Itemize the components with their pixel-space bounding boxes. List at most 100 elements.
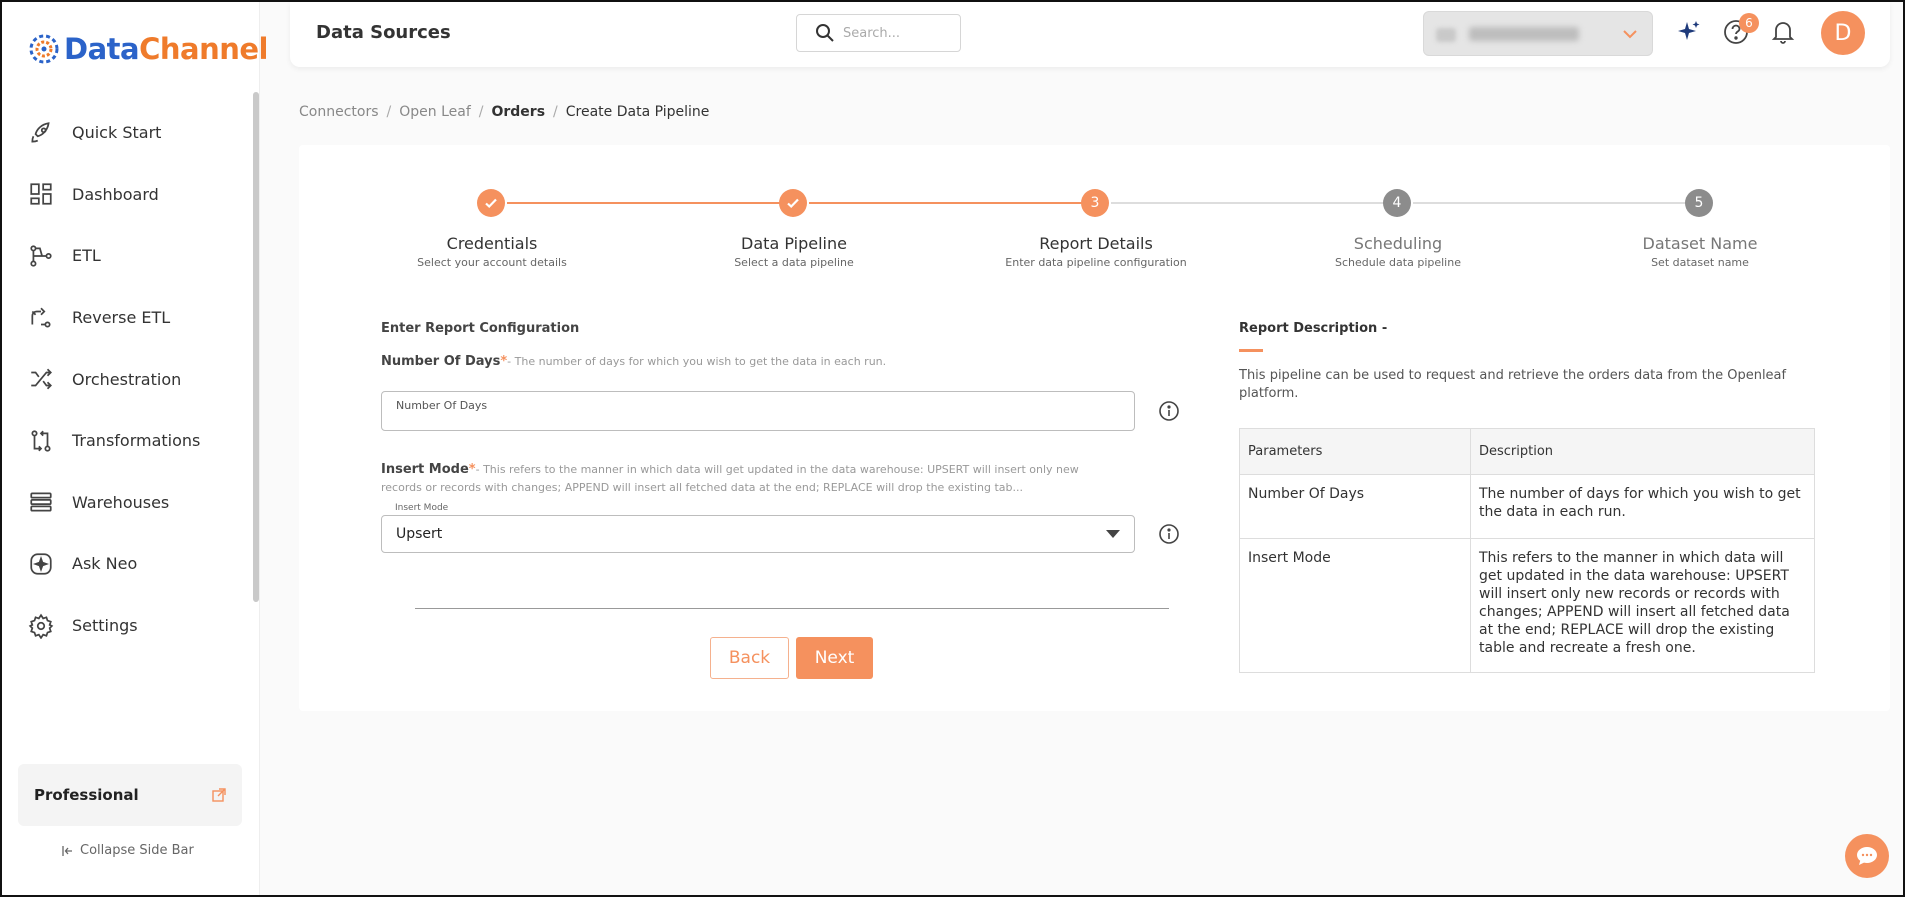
sidebar-item-label: Orchestration: [72, 369, 182, 389]
step-5-subtitle: Set dataset name: [1651, 256, 1749, 269]
sidebar-item-dashboard[interactable]: Dashboard: [2, 164, 252, 226]
user-avatar[interactable]: D: [1821, 11, 1865, 55]
sidebar-item-label: Settings: [72, 616, 138, 636]
breadcrumb-separator: /: [553, 104, 558, 120]
table-cell-parameter: Number Of Days: [1239, 474, 1471, 539]
notifications-button[interactable]: [1767, 16, 1799, 48]
account-name-redacted: [1469, 27, 1579, 41]
step-5-title: Dataset Name: [1642, 234, 1758, 253]
sidebar-item-etl[interactable]: ETL: [2, 225, 252, 287]
ai-sparkle-button[interactable]: [1673, 16, 1705, 48]
report-description-text: This pipeline can be used to request and…: [1239, 368, 1787, 401]
search-input[interactable]: Search...: [796, 14, 961, 52]
insert-mode-select[interactable]: Upsert: [381, 515, 1135, 553]
table-row: Insert Mode This refers to the manner in…: [1239, 538, 1815, 673]
sidebar-item-ask-neo[interactable]: Ask Neo: [2, 533, 252, 595]
reverse-etl-icon: [31, 307, 51, 328]
step-connector: [507, 202, 795, 204]
table-row: Number Of Days The number of days for wh…: [1239, 474, 1815, 539]
sidebar-item-label: Reverse ETL: [72, 308, 171, 328]
table-header-parameters: Parameters: [1239, 428, 1471, 475]
chat-support-button[interactable]: [1845, 834, 1889, 878]
title-underline: [1239, 349, 1263, 352]
days-help-text: - The number of days for which you wish …: [507, 355, 887, 368]
sidebar-item-reverse-etl[interactable]: Reverse ETL: [2, 287, 252, 349]
datachannel-logo-icon: [29, 34, 59, 64]
breadcrumb-separator: /: [386, 104, 392, 120]
step-connector: [1413, 202, 1701, 204]
breadcrumb-open-leaf[interactable]: Open Leaf: [399, 104, 471, 120]
sidebar-item-quick-start[interactable]: Quick Start: [2, 102, 252, 164]
bell-icon: [1771, 22, 1795, 44]
step-connector: [1111, 202, 1399, 204]
sidebar-item-transformations[interactable]: Transformations: [2, 410, 252, 472]
external-link-icon[interactable]: [212, 788, 226, 802]
sidebar-item-label: Transformations: [72, 431, 201, 451]
account-avatar-redacted: [1436, 28, 1456, 42]
breadcrumb-connectors[interactable]: Connectors: [299, 104, 379, 120]
sidebar-item-label: Warehouses: [72, 492, 170, 512]
dropdown-arrow-icon: [1106, 530, 1120, 538]
step-3-subtitle: Enter data pipeline configuration: [1005, 256, 1187, 269]
info-icon[interactable]: [1158, 400, 1180, 422]
search-placeholder: Search...: [843, 25, 901, 41]
chat-icon: [1857, 847, 1877, 865]
insert-mode-value: Upsert: [396, 526, 443, 542]
notification-count-badge: 6: [1739, 13, 1759, 33]
sidebar-item-warehouses[interactable]: Warehouses: [2, 472, 252, 534]
table-cell-description: The number of days for which you wish to…: [1470, 474, 1815, 539]
step-1-title: Credentials: [446, 234, 538, 253]
form-section-title: Enter Report Configuration: [381, 321, 580, 336]
step-1-circle: [477, 189, 505, 217]
step-2-subtitle: Select a data pipeline: [734, 256, 854, 269]
next-button[interactable]: Next: [796, 637, 873, 679]
rocket-icon: [31, 122, 50, 143]
breadcrumb: Connectors / Open Leaf / Orders / Create…: [299, 104, 709, 120]
collapse-sidebar-button[interactable]: Collapse Side Bar: [62, 843, 194, 858]
breadcrumb-current: Create Data Pipeline: [565, 104, 710, 120]
sidebar-item-label: Ask Neo: [72, 554, 138, 574]
gear-icon: [28, 613, 54, 639]
sidebar-item-settings[interactable]: Settings: [2, 595, 252, 657]
step-1-subtitle: Select your account details: [417, 256, 567, 269]
search-icon: [816, 24, 834, 42]
sidebar-item-label: Quick Start: [72, 123, 162, 143]
sidebar-item-label: ETL: [72, 246, 101, 266]
report-description-title: Report Description -: [1239, 321, 1388, 336]
step-connector: [809, 202, 1097, 204]
sidebar-nav: Quick Start Dashboard ETL Reverse ETL Or…: [2, 102, 252, 656]
plan-name: Professional: [34, 786, 139, 804]
step-3-circle: 3: [1081, 189, 1109, 217]
collapse-icon: [62, 845, 72, 856]
days-label-text: Number Of Days: [381, 354, 501, 369]
account-selector[interactable]: [1423, 11, 1653, 56]
mode-label-text: Insert Mode: [381, 462, 469, 477]
warehouses-icon: [30, 492, 52, 512]
brand-logo[interactable]: DataChannel: [28, 32, 268, 66]
sidebar-item-label: Dashboard: [72, 184, 159, 204]
orchestration-icon: [31, 368, 52, 390]
sidebar-item-orchestration[interactable]: Orchestration: [2, 348, 252, 410]
pipeline-card: Credentials Select your account details …: [299, 145, 1890, 711]
days-field-label: Number Of Days*- The number of days for …: [381, 354, 886, 369]
collapse-label: Collapse Side Bar: [80, 843, 194, 858]
etl-icon: [30, 245, 52, 267]
check-icon: [787, 198, 799, 209]
plan-card[interactable]: Professional: [18, 764, 242, 826]
check-icon: [485, 198, 497, 209]
table-cell-description: This refers to the manner in which data …: [1470, 538, 1815, 673]
breadcrumb-orders[interactable]: Orders: [491, 104, 545, 120]
sidebar: DataChannel Quick Start Dashboard ETL Re…: [2, 2, 268, 895]
sidebar-scrollbar[interactable]: [253, 92, 259, 602]
step-5-circle: 5: [1685, 189, 1713, 217]
step-3-title: Report Details: [1039, 234, 1153, 253]
days-input-placeholder: Number Of Days: [396, 399, 488, 412]
info-icon[interactable]: [1158, 523, 1180, 545]
mode-help-text: - This refers to the manner in which dat…: [381, 463, 1079, 494]
sparkle-icon: [1678, 21, 1700, 40]
back-button[interactable]: Back: [710, 637, 789, 679]
form-divider: [415, 608, 1169, 609]
table-header-row: Parameters Description: [1239, 428, 1815, 475]
step-4-title: Scheduling: [1353, 234, 1443, 253]
number-of-days-input[interactable]: Number Of Days: [381, 391, 1135, 431]
